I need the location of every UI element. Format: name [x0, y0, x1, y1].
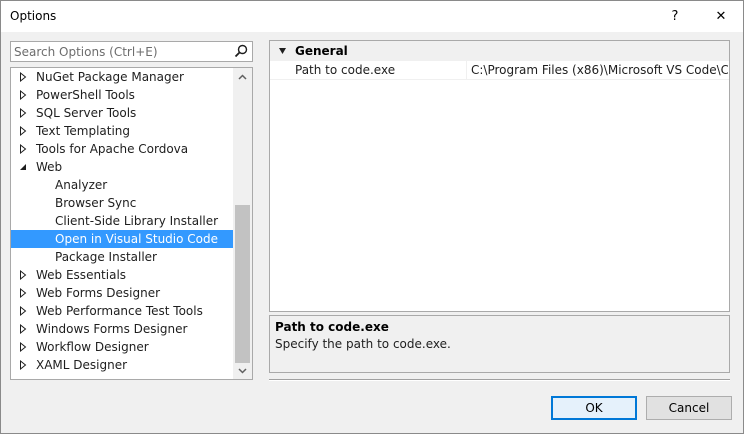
- cancel-button[interactable]: Cancel: [646, 396, 732, 420]
- scroll-thumb[interactable]: [235, 205, 250, 363]
- chevron-up-icon: [238, 73, 247, 80]
- title-bar: Options ? ✕: [1, 1, 743, 32]
- property-row[interactable]: Path to code.exe C:\Program Files (x86)\…: [270, 61, 729, 80]
- search-input[interactable]: [11, 42, 231, 61]
- description-panel: Path to code.exe Specify the path to cod…: [269, 315, 730, 373]
- expanded-arrow-icon[interactable]: [278, 47, 287, 55]
- tree-item[interactable]: NuGet Package Manager: [11, 68, 233, 86]
- scroll-down-button[interactable]: [233, 362, 252, 379]
- tree-item[interactable]: Open in Visual Studio Code: [11, 230, 233, 248]
- search-box: [10, 41, 253, 62]
- tree-item[interactable]: Web Essentials: [11, 266, 233, 284]
- tree-item-label: NuGet Package Manager: [36, 70, 184, 84]
- collapsed-arrow-icon[interactable]: [18, 270, 28, 280]
- collapsed-arrow-icon[interactable]: [18, 324, 28, 334]
- search-icon[interactable]: [234, 44, 248, 58]
- collapsed-arrow-icon[interactable]: [18, 360, 28, 370]
- property-value[interactable]: C:\Program Files (x86)\Microsoft VS Code…: [471, 63, 728, 77]
- collapsed-arrow-icon[interactable]: [18, 306, 28, 316]
- tree-item[interactable]: Tools for Apache Cordova: [11, 140, 233, 158]
- tree-item-label: Browser Sync: [55, 196, 137, 210]
- help-button[interactable]: ?: [652, 1, 698, 32]
- tree-item-label: Tools for Apache Cordova: [36, 142, 189, 156]
- collapsed-arrow-icon[interactable]: [18, 90, 28, 100]
- tree-item[interactable]: XAML Designer: [11, 356, 233, 374]
- tree-item-label: Client-Side Library Installer: [55, 214, 219, 228]
- collapsed-arrow-icon[interactable]: [18, 72, 28, 82]
- tree-item[interactable]: Web Performance Test Tools: [11, 302, 233, 320]
- tree-item-label: Open in Visual Studio Code: [55, 232, 219, 246]
- tree-item-label: Web Performance Test Tools: [36, 304, 203, 318]
- tree-item-label: XAML Designer: [36, 358, 128, 372]
- tree-item[interactable]: Web: [11, 158, 233, 176]
- tree-item-label: SQL Server Tools: [36, 106, 137, 120]
- tree-item-label: Text Templating: [36, 124, 131, 138]
- tree-item-label: Web Essentials: [36, 268, 127, 282]
- divider: [269, 379, 730, 381]
- tree-item[interactable]: Workflow Designer: [11, 338, 233, 356]
- tree-item-label: Package Installer: [55, 250, 157, 264]
- tree-item-label: Analyzer: [55, 178, 108, 192]
- tree-scrollbar[interactable]: [233, 68, 252, 379]
- ok-button[interactable]: OK: [551, 396, 637, 420]
- dialog-title: Options: [10, 9, 57, 23]
- collapsed-arrow-icon[interactable]: [18, 144, 28, 154]
- property-grid: General Path to code.exe C:\Program File…: [269, 40, 730, 312]
- tree-item[interactable]: Client-Side Library Installer: [11, 212, 233, 230]
- options-dialog: Options ? ✕ NuGet Package Manager PowerSh…: [0, 0, 744, 434]
- description-title: Path to code.exe: [275, 320, 389, 334]
- tree-item-label: Web Forms Designer: [36, 286, 161, 300]
- tree-item-label: Web: [36, 160, 63, 174]
- tree-list: NuGet Package Manager PowerShell Tools SQL…: [11, 68, 233, 374]
- scroll-up-button[interactable]: [233, 68, 252, 85]
- collapsed-arrow-icon[interactable]: [18, 108, 28, 118]
- tree-item[interactable]: Analyzer: [11, 176, 233, 194]
- tree-item[interactable]: Windows Forms Designer: [11, 320, 233, 338]
- tree-item[interactable]: PowerShell Tools: [11, 86, 233, 104]
- close-button[interactable]: ✕: [698, 1, 744, 32]
- tree-item[interactable]: Package Installer: [11, 248, 233, 266]
- tree-item[interactable]: SQL Server Tools: [11, 104, 233, 122]
- tree-item-label: Windows Forms Designer: [36, 322, 188, 336]
- tree-item[interactable]: Web Forms Designer: [11, 284, 233, 302]
- tree-item-label: PowerShell Tools: [36, 88, 135, 102]
- property-name[interactable]: Path to code.exe: [295, 63, 395, 77]
- column-separator: [466, 61, 467, 79]
- options-tree: NuGet Package Manager PowerShell Tools SQL…: [10, 67, 253, 380]
- collapsed-arrow-icon[interactable]: [18, 126, 28, 136]
- chevron-down-icon: [238, 367, 247, 374]
- expanded-arrow-icon[interactable]: [18, 162, 28, 172]
- tree-item-label: Workflow Designer: [36, 340, 149, 354]
- tree-item[interactable]: Text Templating: [11, 122, 233, 140]
- category-label: General: [295, 44, 348, 58]
- collapsed-arrow-icon[interactable]: [18, 288, 28, 298]
- collapsed-arrow-icon[interactable]: [18, 342, 28, 352]
- category-row-general[interactable]: General: [270, 41, 729, 61]
- description-text: Specify the path to code.exe.: [275, 337, 451, 351]
- tree-item[interactable]: Browser Sync: [11, 194, 233, 212]
